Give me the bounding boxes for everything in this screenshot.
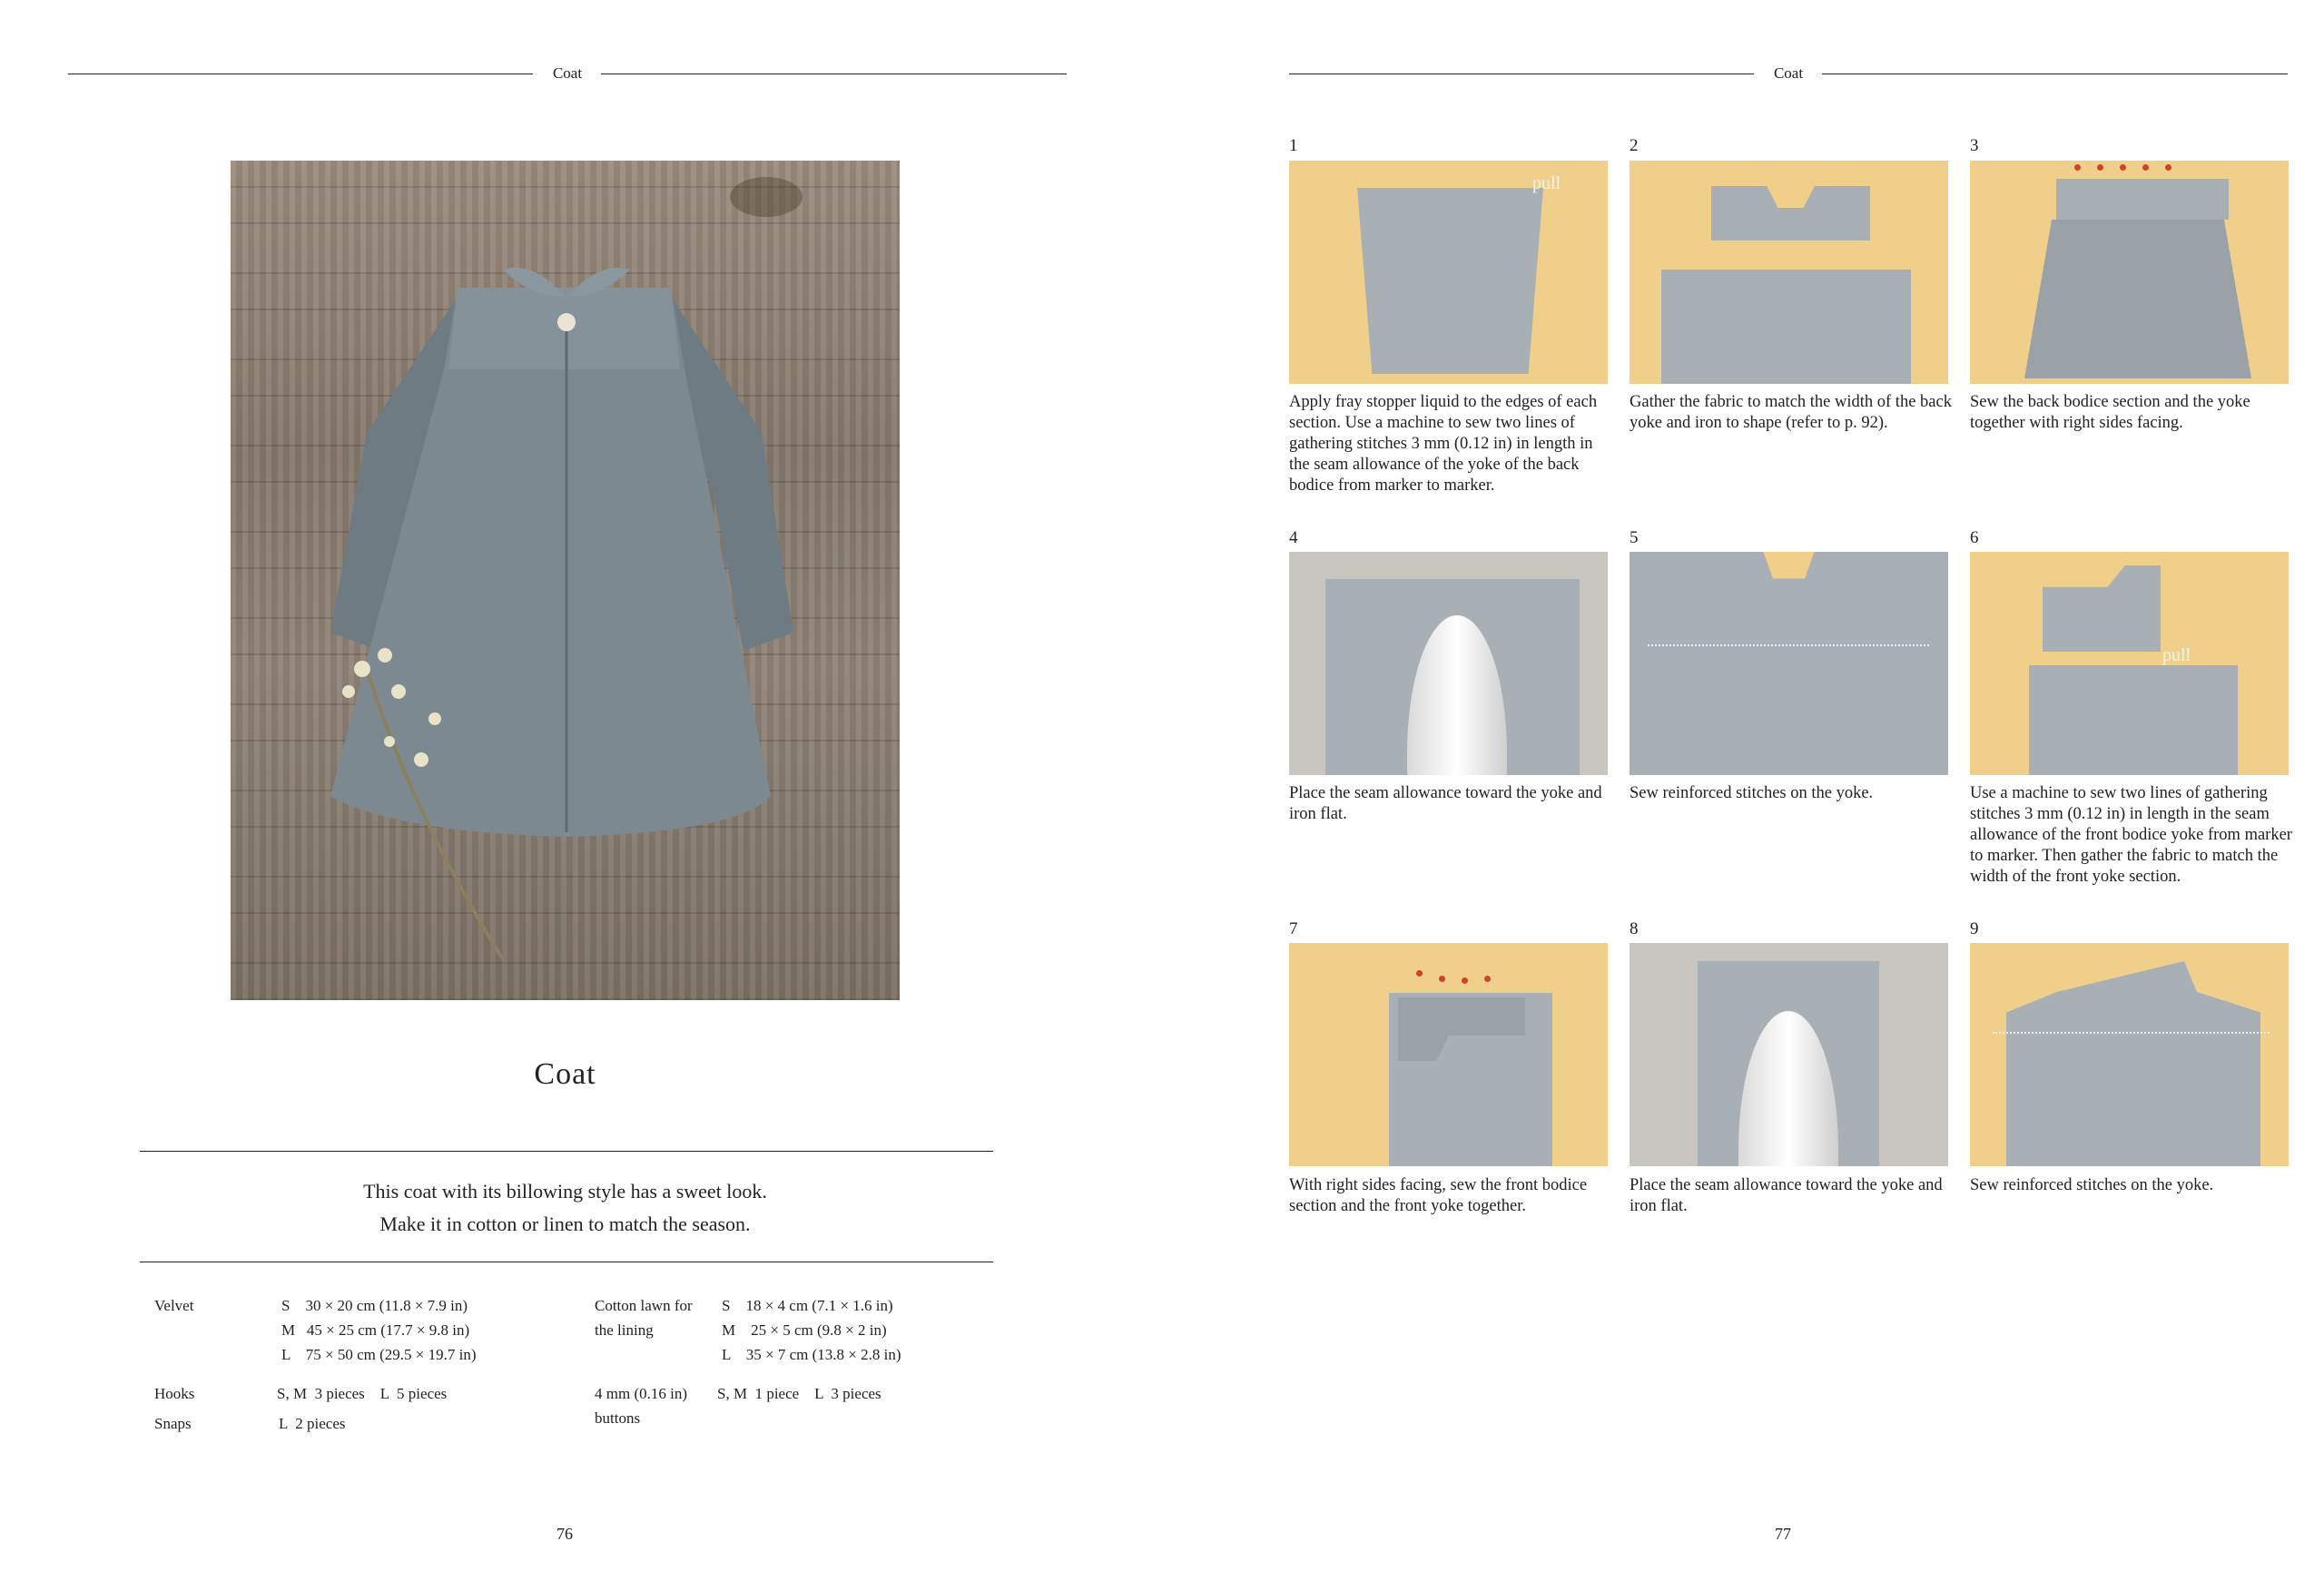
material-name: buttons <box>595 1409 641 1427</box>
material-hooks-qty: S, M 3 pieces L 5 pieces <box>277 1381 447 1406</box>
step-text: With right sides facing, sew the front b… <box>1289 1176 1588 1215</box>
material-name: the lining <box>595 1321 654 1339</box>
step-number: 1 <box>1289 136 1298 155</box>
size-line: L 35 × 7 cm (13.8 × 2.8 in) <box>722 1346 901 1363</box>
page-number-right: 77 <box>1775 1525 1791 1543</box>
material-name: Snaps <box>154 1415 192 1432</box>
step-number: 3 <box>1970 136 1979 155</box>
step-number: 6 <box>1970 528 1979 547</box>
step-photo-9 <box>1970 943 2289 1166</box>
step-number: 2 <box>1630 136 1639 155</box>
size-line: S 18 × 4 cm (7.1 × 1.6 in) <box>722 1297 893 1314</box>
material-velvet: Velvet <box>154 1293 193 1318</box>
size-line: S 30 × 20 cm (11.8 × 7.9 in) <box>281 1297 468 1314</box>
step-photo-5 <box>1630 552 1948 775</box>
step-photo-4 <box>1289 552 1608 775</box>
material-lining-sizes: S 18 × 4 cm (7.1 × 1.6 in) M 25 × 5 cm (… <box>722 1293 901 1367</box>
step-photo-3 <box>1970 161 2289 384</box>
step-photo-6: pull <box>1970 552 2289 775</box>
running-head-left: Coat <box>68 64 1067 83</box>
material-name: Hooks <box>154 1385 195 1402</box>
step-photo-7 <box>1289 943 1608 1166</box>
step-photo-2 <box>1630 161 1948 384</box>
size-line: L 2 pieces <box>279 1415 346 1432</box>
size-line: M 45 × 25 cm (17.7 × 9.8 in) <box>281 1321 470 1339</box>
coat-illustration <box>330 177 803 961</box>
intro-line: Make it in cotton or linen to match the … <box>379 1213 751 1235</box>
step-photo-1: pull <box>1289 161 1608 384</box>
material-buttons-qty: S, M 1 piece L 3 pieces <box>717 1381 881 1406</box>
size-line: L 75 × 50 cm (29.5 × 19.7 in) <box>281 1346 477 1363</box>
material-hooks: Hooks <box>154 1381 194 1406</box>
intro-text: This coat with its billowing style has a… <box>231 1175 900 1241</box>
step-text: Use a machine to sew two lines of gather… <box>1970 784 2292 886</box>
material-buttons: 4 mm (0.16 in) buttons <box>595 1381 687 1430</box>
material-lining: Cotton lawn for the lining <box>595 1293 693 1342</box>
size-line: S, M 3 pieces L 5 pieces <box>277 1385 448 1402</box>
step-text: Place the seam allowance toward the yoke… <box>1289 784 1602 823</box>
page-number-left: 76 <box>556 1525 573 1543</box>
title-divider <box>140 1151 993 1152</box>
step-text: Place the seam allowance toward the yoke… <box>1630 1176 1943 1215</box>
step-text: Sew reinforced stitches on the yoke. <box>1630 784 1874 802</box>
step-text: Gather the fabric to match the width of … <box>1630 393 1952 432</box>
material-velvet-sizes: S 30 × 20 cm (11.8 × 7.9 in) M 45 × 25 c… <box>281 1293 477 1367</box>
step-number: 8 <box>1630 919 1639 938</box>
step-photo-8 <box>1630 943 1948 1166</box>
size-line: S, M 1 piece L 3 pieces <box>717 1385 881 1402</box>
material-name: 4 mm (0.16 in) <box>595 1385 687 1402</box>
coat-photo <box>231 161 900 1000</box>
material-snaps-qty: L 2 pieces <box>279 1411 345 1436</box>
step-text: Sew reinforced stitches on the yoke. <box>1970 1176 2214 1194</box>
pull-label: pull <box>1532 173 1561 193</box>
size-line: M 25 × 5 cm (9.8 × 2 in) <box>722 1321 887 1339</box>
running-head-right: Coat <box>1289 64 2288 83</box>
step-number: 4 <box>1289 528 1298 547</box>
step-text: Sew the back bodice section and the yoke… <box>1970 393 2250 432</box>
material-snaps: Snaps <box>154 1411 192 1436</box>
page-title: Coat <box>534 1057 596 1091</box>
intro-line: This coat with its billowing style has a… <box>363 1180 767 1203</box>
material-name: Cotton lawn for <box>595 1297 693 1314</box>
step-text: Apply fray stopper liquid to the edges o… <box>1289 393 1598 495</box>
step-number: 5 <box>1630 528 1639 547</box>
pull-label: pull <box>2162 645 2191 665</box>
step-number: 9 <box>1970 919 1979 938</box>
step-number: 7 <box>1289 919 1298 938</box>
material-name: Velvet <box>154 1297 194 1314</box>
